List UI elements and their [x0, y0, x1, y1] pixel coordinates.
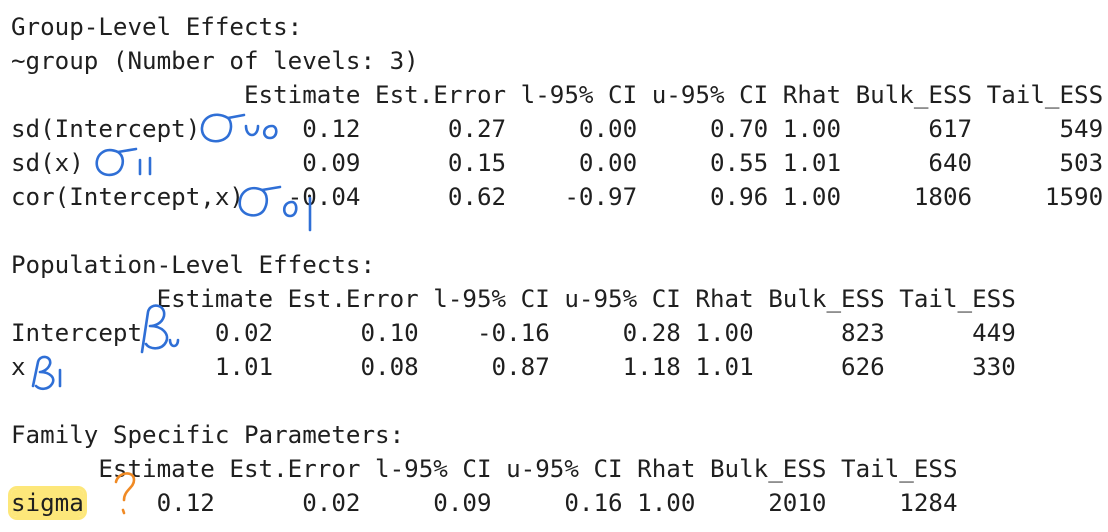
table-row: x 1.01 0.08 0.87 1.18 1.01 626 330: [11, 353, 1016, 381]
group-level-header: Estimate Est.Error l-95% CI u-95% CI Rha…: [11, 81, 1104, 109]
table-row: sigma 0.12 0.02 0.09 0.16 1.00 2010 1284: [11, 486, 1103, 520]
sigma-highlight: sigma: [11, 489, 84, 517]
summary-text: Group-Level Effects: ~group (Number of le…: [11, 10, 1103, 520]
family-specific-title: Family Specific Parameters:: [11, 421, 405, 449]
population-level-title: Population-Level Effects:: [11, 251, 376, 279]
table-row: sd(x) 0.09 0.15 0.00 0.55 1.01 640 503: [11, 149, 1104, 177]
sigma-values: 0.12 0.02 0.09 0.16 1.00 2010 1284: [83, 489, 958, 517]
table-row: Intercept 0.02 0.10 -0.16 0.28 1.00 823 …: [11, 319, 1016, 347]
table-row: cor(Intercept,x) -0.04 0.62 -0.97 0.96 1…: [11, 183, 1104, 211]
table-row: sd(Intercept) 0.12 0.27 0.00 0.70 1.00 6…: [11, 115, 1104, 143]
group-level-title: Group-Level Effects:: [11, 13, 303, 41]
group-level-subtitle: ~group (Number of levels: 3): [11, 47, 419, 75]
population-level-header: Estimate Est.Error l-95% CI u-95% CI Rha…: [11, 285, 1016, 313]
family-specific-header: Estimate Est.Error l-95% CI u-95% CI Rha…: [11, 455, 958, 483]
brms-summary-output: Group-Level Effects: ~group (Number of le…: [0, 0, 1108, 532]
